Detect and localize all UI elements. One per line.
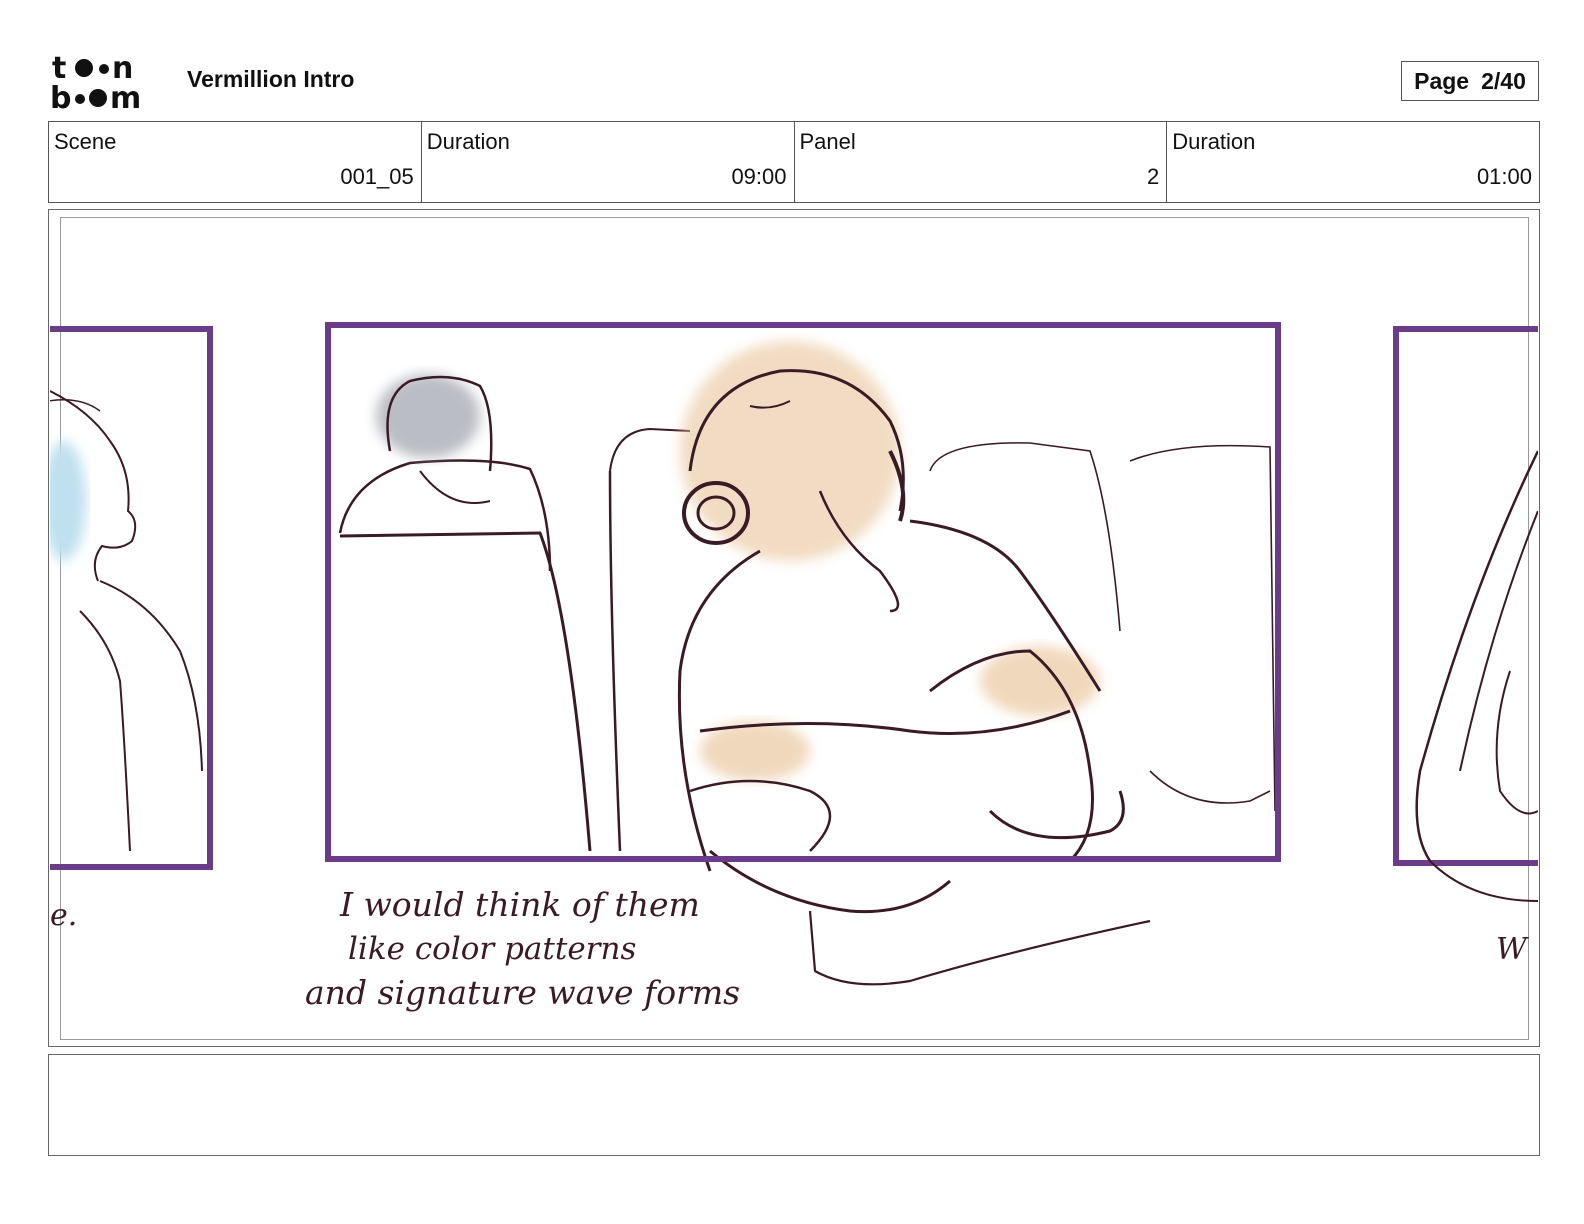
svg-text:b: b [50,81,71,112]
scene-label: Scene [54,129,117,154]
scene-duration-cell: Duration 09:00 [422,122,795,202]
caption-line-1: I would think of them [339,885,700,924]
page-number: 2/40 [1481,67,1526,94]
next-panel-sketch: W [1393,326,1538,967]
panel-notes-box [48,1054,1540,1156]
prev-caption-fragment: e. [50,898,77,933]
next-caption-fragment: W [1496,932,1529,967]
panel-label: Panel [799,129,856,154]
scene-duration-label: Duration [426,129,510,154]
caption-line-2: like color patterns [348,931,636,967]
caption-line-3: and signature wave forms [305,973,740,1012]
main-panel-sketch: I would think of them like color pattern… [305,322,1281,1012]
scene-info-table: Scene 001_05 Duration 09:00 Panel 2 Dura… [48,121,1540,203]
page-label: Page [1414,67,1470,94]
prev-panel-sketch: e. [50,326,213,933]
toonboom-logo: t n b m [50,52,141,112]
page-indicator: Page 2/40 [1401,61,1539,101]
panel-duration-cell: Duration 01:00 [1167,122,1539,202]
svg-text:m: m [110,81,141,112]
storyboard-artwork: e. I would think of them like color patt… [50,322,1538,1012]
panel-duration-label: Duration [1172,129,1256,154]
panel-cell: Panel 2 [795,122,1168,202]
scene-cell: Scene 001_05 [49,122,422,202]
scene-value: 001_05 [340,164,414,189]
project-title: Vermillion Intro [187,66,355,92]
panel-duration-value: 01:00 [1476,164,1532,189]
scene-duration-value: 09:00 [731,164,787,189]
panel-value: 2 [1147,164,1160,189]
